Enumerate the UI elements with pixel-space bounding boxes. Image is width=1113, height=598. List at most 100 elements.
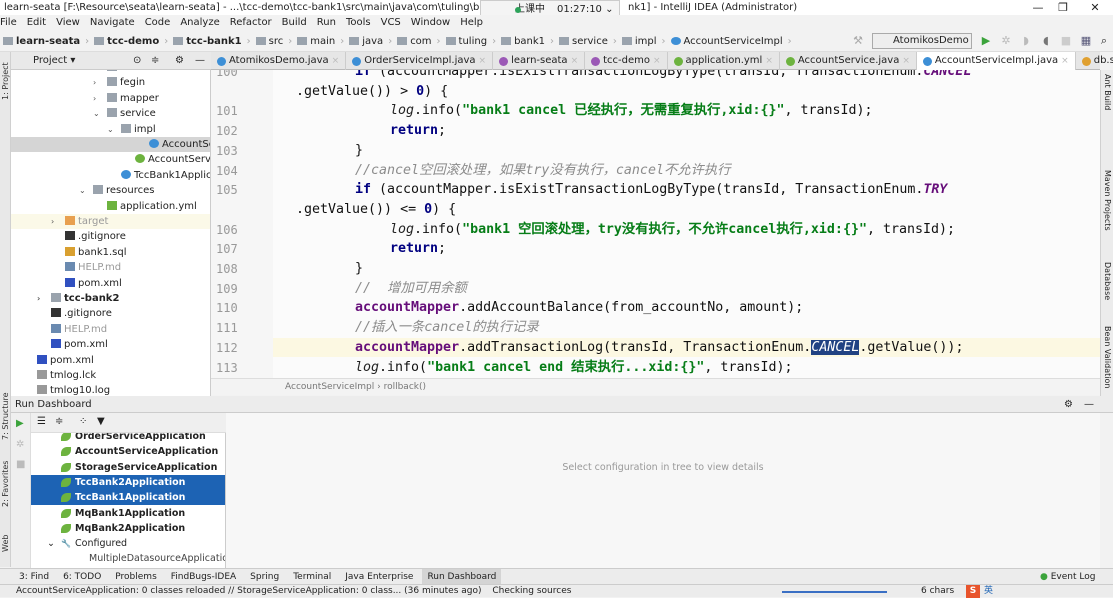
stop-icon[interactable]: ■: [16, 459, 25, 470]
code-line[interactable]: .getValue()) <= 0) {: [296, 200, 456, 219]
breadcrumb-item[interactable]: main: [294, 31, 338, 52]
bottom-tab[interactable]: FindBugs-IDEA: [166, 569, 241, 584]
stop-icon[interactable]: ■: [1060, 35, 1072, 47]
code-editor[interactable]: 100 101 102 103 104 105 106 107 108 109 110 111 112 1…: [211, 70, 1100, 378]
bottom-tab[interactable]: 3: Find: [14, 569, 54, 584]
crumb-method[interactable]: rollback(): [384, 382, 426, 392]
menu-refactor[interactable]: Refactor: [230, 15, 272, 30]
menu-view[interactable]: View: [56, 15, 80, 30]
event-log-button[interactable]: ● Event Log: [1040, 569, 1095, 585]
close-tab-icon[interactable]: ×: [765, 52, 773, 70]
menu-build[interactable]: Build: [282, 15, 307, 30]
breadcrumb-item[interactable]: service: [556, 31, 611, 52]
menu-vcs[interactable]: VCS: [381, 15, 401, 30]
run-config-item[interactable]: StorageServiceApplication: [31, 460, 225, 475]
run-config-item[interactable]: MultipleDatasourceApplication: [31, 551, 225, 566]
background-task[interactable]: Checking sources: [492, 586, 571, 596]
expand-all-icon[interactable]: ☰: [37, 416, 46, 427]
ime-logo-icon[interactable]: S: [966, 585, 980, 598]
breadcrumb-item[interactable]: com: [394, 31, 434, 52]
build-hammer-icon[interactable]: ⚒: [852, 35, 864, 47]
tree-node-module[interactable]: › tcc-bank2: [11, 291, 210, 306]
hide-icon[interactable]: —: [1084, 396, 1094, 413]
tool-window-web[interactable]: Web: [0, 527, 11, 552]
run-config-item[interactable]: AccountServiceApplication: [31, 444, 225, 459]
breadcrumb-item[interactable]: tcc-bank1: [170, 31, 244, 52]
breadcrumb-item[interactable]: AccountServiceImpl: [668, 31, 786, 52]
code-line[interactable]: // 增加可用余额: [355, 279, 467, 298]
menu-run[interactable]: Run: [317, 15, 336, 30]
bottom-tab[interactable]: Terminal: [288, 569, 336, 584]
editor-tab[interactable]: AccountServiceImpl.java ×: [916, 52, 1076, 70]
group-by-icon[interactable]: ⁘: [79, 416, 87, 427]
code-line[interactable]: return;: [390, 121, 446, 140]
code-line[interactable]: .getValue()) > 0) {: [296, 82, 448, 101]
code-line[interactable]: log.info("bank1 cancel end 结束执行...xid:{}…: [355, 358, 792, 377]
menu-navigate[interactable]: Navigate: [90, 15, 135, 30]
chevron-right-icon[interactable]: ›: [93, 75, 96, 90]
tree-node-orange-folder[interactable]: › target: [11, 214, 210, 229]
menu-help[interactable]: Help: [460, 15, 483, 30]
editor-tab[interactable]: learn-seata ×: [493, 52, 586, 70]
run-config-select[interactable]: AtomikosDemo ⌄: [872, 33, 972, 60]
code-line[interactable]: log.info("bank1 cancel 已经执行，无需重复执行,xid:{…: [390, 101, 873, 120]
chevron-right-icon[interactable]: ›: [93, 70, 96, 75]
run-config-item[interactable]: MqBank1Application: [31, 506, 225, 521]
tree-node-git[interactable]: .gitignore: [11, 306, 210, 321]
code-line[interactable]: }: [355, 141, 363, 160]
tree-node-maven[interactable]: pom.xml: [11, 353, 210, 368]
tool-window-database[interactable]: Database: [1102, 262, 1113, 300]
run-config-item[interactable]: TccBank2Application: [31, 474, 225, 490]
tree-node-folder[interactable]: › fegin: [11, 75, 210, 90]
breadcrumb-item[interactable]: impl: [619, 31, 660, 52]
tree-node-file[interactable]: tmlog10.log: [11, 383, 210, 396]
close-tab-icon[interactable]: ×: [332, 52, 340, 70]
editor-tab[interactable]: AccountService.java ×: [780, 52, 917, 70]
bottom-tab[interactable]: Java Enterprise: [340, 569, 418, 584]
tree-node-folder[interactable]: › mapper: [11, 91, 210, 106]
filter-icon[interactable]: ▼: [97, 416, 105, 427]
tree-node-class[interactable]: AccountServiceImpl: [11, 137, 210, 152]
collapse-all-icon[interactable]: ≑: [55, 416, 63, 427]
breadcrumb-item[interactable]: java: [346, 31, 386, 52]
menu-file[interactable]: File: [0, 15, 17, 30]
tree-node-git[interactable]: .gitignore: [11, 229, 210, 244]
editor-tab[interactable]: application.yml ×: [668, 52, 780, 70]
hide-icon[interactable]: —: [195, 52, 205, 70]
project-structure-icon[interactable]: ▦: [1080, 35, 1092, 47]
configured-group[interactable]: ⌄ 🔧 Configured: [31, 536, 225, 551]
run-icon[interactable]: ▶: [980, 35, 992, 47]
tool-window-favorites[interactable]: 2: Favorites: [0, 457, 11, 507]
tree-node-maven[interactable]: pom.xml: [11, 276, 210, 291]
gear-icon[interactable]: ⚙: [1064, 396, 1073, 413]
chevron-down-icon[interactable]: ⌄: [79, 183, 86, 198]
chevron-right-icon[interactable]: ›: [93, 91, 96, 106]
restore-button[interactable]: ❐: [1048, 0, 1078, 15]
close-tab-icon[interactable]: ×: [902, 52, 910, 70]
code-line[interactable]: if (accountMapper.isExistTransactionLogB…: [355, 70, 971, 81]
menu-tools[interactable]: Tools: [346, 15, 371, 30]
menu-analyze[interactable]: Analyze: [180, 15, 219, 30]
status-message[interactable]: AccountServiceApplication: 0 classes rel…: [16, 586, 482, 596]
tree-node-file[interactable]: tmlog.lck: [11, 368, 210, 383]
bottom-tab[interactable]: 6: TODO: [58, 569, 106, 584]
tree-node-folder[interactable]: ⌄ resources: [11, 183, 210, 198]
code-line[interactable]: log.info("bank1 空回滚处理，try没有执行，不允许cancel执…: [390, 220, 955, 239]
coverage-icon[interactable]: ◗: [1020, 35, 1032, 47]
debug-icon[interactable]: ✲: [1000, 35, 1012, 47]
run-config-item[interactable]: MqBank2Application: [31, 521, 225, 536]
chevron-down-icon[interactable]: ⌄: [93, 106, 100, 121]
project-view-select[interactable]: Project: [33, 55, 67, 66]
breadcrumb-item[interactable]: bank1: [498, 31, 548, 52]
code-line[interactable]: return;: [390, 239, 446, 258]
tool-window-ant[interactable]: Ant Build: [1102, 74, 1113, 110]
close-tab-icon[interactable]: ×: [571, 52, 579, 70]
chevron-down-icon[interactable]: ⌄: [107, 122, 114, 137]
code-line[interactable]: //cancel空回滚处理，如果try没有执行，cancel不允许执行: [355, 161, 730, 180]
menu-window[interactable]: Window: [411, 15, 450, 30]
code-line[interactable]: //插入一条cancel的执行记录: [355, 318, 539, 337]
chevron-down-icon[interactable]: ⌄: [47, 536, 55, 551]
code-line[interactable]: }: [355, 259, 363, 278]
locate-icon[interactable]: ⊙: [133, 52, 141, 70]
run-config-item[interactable]: TccBank1Application: [31, 490, 225, 506]
